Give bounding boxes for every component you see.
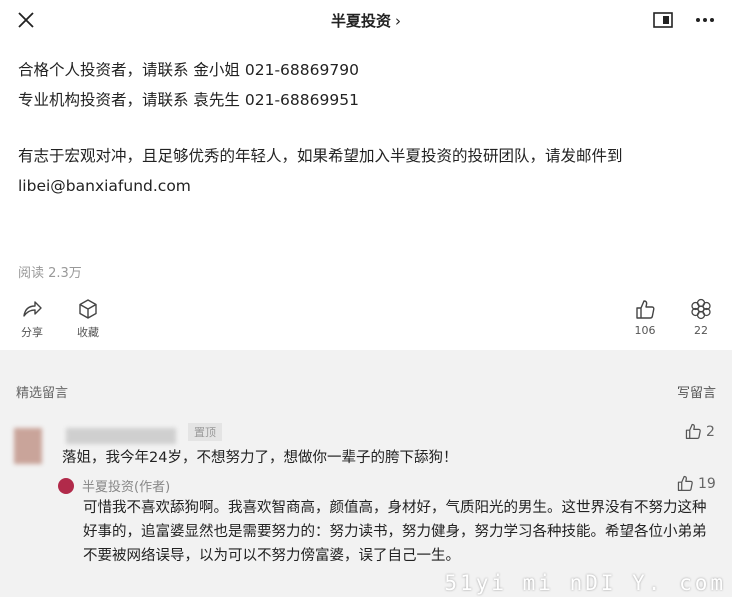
top-bar: 半夏投资 › [0, 0, 732, 40]
contact-institution: 专业机构投资者，请联系 袁先生 021-68869951 [18, 91, 359, 109]
comment-text: 落姐，我今年24岁，不想努力了，想做你一辈子的胯下舔狗！ [62, 450, 458, 466]
share-button[interactable]: 分享 [18, 298, 46, 340]
avatar [14, 428, 42, 464]
comment-like-count: 2 [706, 424, 715, 440]
share-icon [23, 301, 42, 317]
commenter-name-blurred [66, 428, 176, 444]
share-label: 分享 [21, 326, 43, 339]
like-count: 106 [634, 324, 656, 337]
reply-like-count: 19 [698, 476, 716, 492]
action-bar: 分享 收藏 106 22 [0, 298, 732, 348]
article-body: 合格个人投资者，请联系 金小姐 021-68869790 专业机构投资者，请联系… [18, 55, 718, 201]
thumbs-up-icon [636, 300, 655, 319]
pinned-badge: 置顶 [188, 423, 222, 441]
cube-icon [79, 299, 97, 319]
reply-text: 可惜我不喜欢舔狗啊。我喜欢智商高，颜值高，身材好，气质阳光的男生。这世界没有不努… [83, 500, 707, 564]
floating-window-icon[interactable] [652, 10, 674, 30]
collect-button[interactable]: 收藏 [74, 298, 102, 340]
reply-author: 半夏投资(作者) [58, 476, 170, 495]
recruit-email[interactable]: libei@banxiafund.com [18, 171, 718, 201]
comments-section: 精选留言 写留言 置顶 落姐，我今年24岁，不想努力了，想做你一辈子的胯下舔狗！… [0, 350, 732, 597]
watermark: 51yi mi nDI Y. com [444, 571, 726, 595]
comments-section-title: 精选留言 [16, 386, 69, 401]
like-button[interactable]: 106 [630, 298, 660, 337]
thumbs-up-icon [685, 423, 701, 439]
account-name: 半夏投资 [330, 12, 391, 30]
chevron-right-icon: › [395, 12, 401, 30]
read-count: 阅读 2.3万 [18, 266, 82, 281]
account-title[interactable]: 半夏投资 › [0, 10, 732, 31]
thumbs-up-icon [677, 475, 693, 491]
contact-individual: 合格个人投资者，请联系 金小姐 021-68869790 [18, 61, 359, 79]
write-comment-button[interactable]: 写留言 [677, 382, 716, 401]
flower-icon [691, 298, 711, 320]
recruit-text: 有志于宏观对冲，且足够优秀的年轻人，如果希望加入半夏投资的投研团队，请发邮件到 [18, 147, 623, 165]
reply-like-button[interactable]: 19 [676, 474, 716, 492]
reply-author-name: 半夏投资(作者) [82, 480, 171, 495]
author-avatar [58, 478, 74, 494]
more-icon[interactable] [694, 10, 716, 30]
collect-label: 收藏 [77, 326, 99, 339]
wow-button[interactable]: 22 [686, 298, 716, 337]
comment-like-button[interactable]: 2 [684, 422, 715, 440]
wow-count: 22 [694, 324, 708, 337]
